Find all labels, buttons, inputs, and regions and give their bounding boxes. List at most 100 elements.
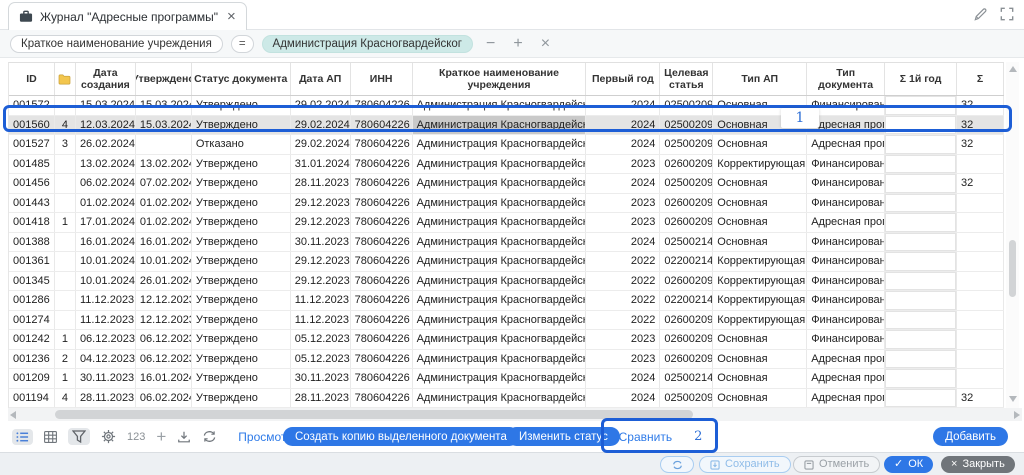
cell-created: 15.03.2024 xyxy=(76,96,136,115)
table-row[interactable]: 001194428.11.202306.02.2024Утверждено28.… xyxy=(9,389,1004,409)
cell-sum_year1 xyxy=(885,389,957,408)
cell-approved: 16.01.2024 xyxy=(136,369,192,388)
folder-icon[interactable] xyxy=(55,63,76,95)
cell-sum_next xyxy=(957,233,1004,252)
table-row[interactable]: 00144301.02.202401.02.2024Утверждено29.1… xyxy=(9,194,1004,214)
filter-field-chip[interactable]: Краткое наименование учреждения xyxy=(10,35,223,53)
horizontal-scrollbar[interactable] xyxy=(8,408,1022,421)
vertical-scrollbar-thumb[interactable] xyxy=(1009,240,1016,297)
column-header-ap_type[interactable]: Тип АП xyxy=(713,63,807,95)
column-header-approved[interactable]: Утверждено xyxy=(136,63,192,95)
refresh-icon[interactable] xyxy=(202,430,217,443)
table-row[interactable]: 00145606.02.202407.02.2024Утверждено28.1… xyxy=(9,174,1004,194)
cell-sum_year1 xyxy=(885,233,957,252)
cell-id: 001236 xyxy=(9,350,55,369)
cell-inn: 780604226 xyxy=(351,233,413,252)
copy-document-button[interactable]: Создать копию выделенного документа xyxy=(283,427,519,446)
scroll-down-arrow-icon[interactable] xyxy=(1009,396,1017,402)
cell-status: Утверждено xyxy=(192,330,291,349)
add-column-icon[interactable]: + xyxy=(156,428,166,445)
vertical-scrollbar[interactable] xyxy=(1006,62,1019,408)
table-row[interactable]: 00138816.01.202416.01.2024Утверждено30.1… xyxy=(9,233,1004,253)
filter-add-icon[interactable]: + xyxy=(508,36,527,52)
cell-doc_type: Финансирование xyxy=(807,174,885,193)
table-row[interactable]: 001209130.11.202316.01.2024Утверждено30.… xyxy=(9,369,1004,389)
refresh-form-button[interactable] xyxy=(660,456,694,473)
tab-journal[interactable]: Журнал "Адресные программы" × xyxy=(8,2,247,30)
list-view-icon[interactable] xyxy=(12,429,33,445)
column-header-id[interactable]: ID xyxy=(9,63,55,95)
grid-view-icon[interactable] xyxy=(44,431,57,443)
table-row[interactable]: 00157215.03.202415.03.2024Утверждено29.0… xyxy=(9,96,1004,116)
cell-first_year: 2023 xyxy=(586,155,660,174)
filter-funnel-icon[interactable] xyxy=(68,428,90,445)
column-header-target_article[interactable]: Целевая статья xyxy=(660,63,713,95)
cell-first_year: 2023 xyxy=(586,213,660,232)
table-row[interactable]: 001242106.12.202306.12.2023Утверждено05.… xyxy=(9,330,1004,350)
cell-target_article: 0250020940 xyxy=(660,96,713,115)
cell-ap_type: Основная xyxy=(713,330,807,349)
table-row[interactable]: 001527326.02.2024Отказано29.02.202478060… xyxy=(9,135,1004,155)
filter-value-chip[interactable]: Администрация Красногвардейског xyxy=(262,35,473,53)
compare-control[interactable]: Сравнить 2 xyxy=(603,421,718,452)
filter-clear-icon[interactable]: × xyxy=(536,36,555,52)
column-header-inn[interactable]: ИНН xyxy=(351,63,413,95)
table-row[interactable]: 001418117.01.202401.02.2024Утверждено29.… xyxy=(9,213,1004,233)
ok-button[interactable]: ✓ ОК xyxy=(884,456,933,473)
cell-inn: 780604226 xyxy=(351,311,413,330)
cell-status: Утверждено xyxy=(192,233,291,252)
cell-name: Администрация Красногвардейского xyxy=(413,135,587,154)
cancel-button[interactable]: Отменить xyxy=(793,456,880,473)
save-button[interactable]: Сохранить xyxy=(699,456,791,473)
table-row[interactable]: 00134510.01.202426.01.2024Утверждено29.1… xyxy=(9,272,1004,292)
cell-ap_type: Корректирующая xyxy=(713,252,807,271)
scroll-left-arrow-icon[interactable] xyxy=(10,411,16,419)
table-row[interactable]: 001236204.12.202306.12.2023Утверждено05.… xyxy=(9,350,1004,370)
close-button[interactable]: × Закрыть xyxy=(941,456,1015,473)
cell-inn: 780604226 xyxy=(351,350,413,369)
cell-approved: 12.12.2023 xyxy=(136,311,192,330)
cell-status: Утверждено xyxy=(192,369,291,388)
fullscreen-icon[interactable] xyxy=(1000,7,1014,22)
cell-ap_type: Основная xyxy=(713,96,807,115)
table-row[interactable]: 00148513.02.202413.02.2024Утверждено31.0… xyxy=(9,155,1004,175)
compare-link[interactable]: Сравнить xyxy=(619,430,672,444)
table-row[interactable]: 001560412.03.202415.03.2024Утверждено29.… xyxy=(9,116,1004,136)
cell-target_article: 0260020940 xyxy=(660,213,713,232)
cell-id: 001345 xyxy=(9,272,55,291)
cell-target_article: 0260020940 xyxy=(660,194,713,213)
cell-first_year: 2023 xyxy=(586,350,660,369)
column-header-sum_year1[interactable]: Σ 1й год xyxy=(885,63,957,95)
tab-close-icon[interactable]: × xyxy=(227,9,236,24)
table-row[interactable]: 00127411.12.202312.12.2023Утверждено11.1… xyxy=(9,311,1004,331)
cell-approved xyxy=(136,135,192,154)
edit-pencil-icon[interactable] xyxy=(973,7,988,22)
cell-id: 001194 xyxy=(9,389,55,408)
filter-remove-icon[interactable]: − xyxy=(481,36,500,52)
settings-gear-icon[interactable] xyxy=(101,429,116,444)
cell-sum_year1 xyxy=(885,116,957,135)
cell-folder xyxy=(55,291,76,310)
scroll-right-arrow-icon[interactable] xyxy=(1014,411,1020,419)
column-header-doc_type[interactable]: Тип документа xyxy=(807,63,885,95)
scroll-up-arrow-icon[interactable] xyxy=(1009,66,1017,72)
horizontal-scrollbar-thumb[interactable] xyxy=(55,410,693,419)
add-button[interactable]: Добавить xyxy=(933,427,1008,446)
tab-bar: Журнал "Адресные программы" × xyxy=(0,0,1024,30)
column-header-name[interactable]: Краткое наименование учреждения xyxy=(413,63,587,95)
cell-doc_type: Адресная программа xyxy=(807,389,885,408)
numbers-toggle[interactable]: 123 xyxy=(127,431,145,443)
column-header-ap_date[interactable]: Дата АП xyxy=(291,63,351,95)
cell-inn: 780604226 xyxy=(351,252,413,271)
column-header-first_year[interactable]: Первый год xyxy=(586,63,660,95)
table-row[interactable]: 00136110.01.202410.01.2024Утверждено29.1… xyxy=(9,252,1004,272)
table-row[interactable]: 00128611.12.202312.12.2023Утверждено11.1… xyxy=(9,291,1004,311)
download-icon[interactable] xyxy=(177,430,191,444)
cell-created: 17.01.2024 xyxy=(76,213,136,232)
column-header-status[interactable]: Статус документа xyxy=(192,63,291,95)
column-header-sum_next[interactable]: Σ xyxy=(957,63,1004,95)
filter-operator-chip[interactable]: = xyxy=(231,35,254,53)
column-header-created[interactable]: Дата создания xyxy=(76,63,136,95)
cell-name: Администрация Красногвардейского xyxy=(413,233,587,252)
cell-sum_next xyxy=(957,194,1004,213)
